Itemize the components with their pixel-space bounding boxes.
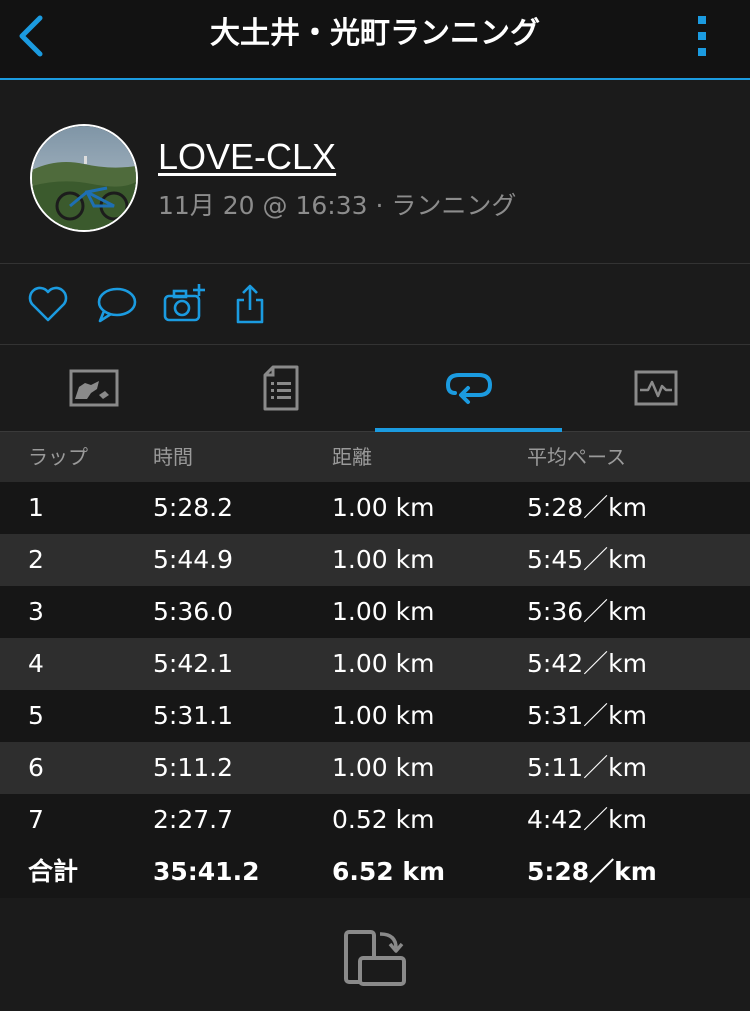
table-row: 4 5:42.1 1.00 km 5:42／km (0, 638, 750, 690)
lap-distance: 0.52 km (332, 805, 435, 834)
graph-icon (634, 370, 677, 406)
heart-icon (28, 286, 68, 322)
column-header: ラップ (28, 445, 88, 469)
lap-pace: 5:45／km (527, 545, 647, 574)
laps-table: ラップ 時間 距離 平均ペース 1 5:28.2 1.00 km 5:28／km… (0, 432, 750, 898)
total-time: 35:41.2 (153, 857, 260, 886)
lap-distance: 1.00 km (332, 597, 435, 626)
like-button[interactable] (26, 282, 70, 326)
lap-distance: 1.00 km (332, 649, 435, 678)
table-header-row: ラップ 時間 距離 平均ペース (0, 432, 750, 482)
total-distance: 6.52 km (332, 857, 446, 886)
total-pace: 5:28／km (527, 857, 657, 886)
add-photo-icon (163, 284, 205, 322)
table-row: 2 5:44.9 1.00 km 5:45／km (0, 534, 750, 586)
lap-time: 5:11.2 (153, 753, 233, 782)
lap-time: 2:27.7 (153, 805, 233, 834)
lap-time: 5:31.1 (153, 701, 233, 730)
kebab-menu-icon (698, 16, 706, 56)
comment-button[interactable] (94, 282, 138, 326)
lap-number: 7 (28, 805, 44, 834)
table-row: 3 5:36.0 1.00 km 5:36／km (0, 586, 750, 638)
tab-map[interactable] (0, 345, 187, 431)
page-title: 大土井・光町ランニング (210, 16, 540, 51)
more-menu-button[interactable] (694, 14, 710, 58)
table-total-row: 合計 35:41.2 6.52 km 5:28／km (0, 846, 750, 898)
username-link[interactable]: LOVE-CLX (158, 136, 336, 178)
lap-distance: 1.00 km (332, 493, 435, 522)
table-row: 7 2:27.7 0.52 km 4:42／km (0, 794, 750, 846)
action-bar (0, 264, 750, 345)
tab-bar (0, 345, 750, 432)
share-icon (236, 284, 264, 324)
table-row: 1 5:28.2 1.00 km 5:28／km (0, 482, 750, 534)
lap-number: 1 (28, 493, 44, 522)
comment-icon (97, 287, 137, 323)
column-header: 距離 (332, 445, 372, 469)
activity-summary: LOVE-CLX 11月 20 @ 16:33 · ランニング (0, 80, 750, 264)
lap-time: 5:42.1 (153, 649, 233, 678)
share-button[interactable] (228, 282, 272, 326)
lap-number: 4 (28, 649, 44, 678)
avatar-photo (32, 126, 136, 230)
lap-distance: 1.00 km (332, 701, 435, 730)
details-icon (263, 365, 298, 411)
rotate-device-icon (344, 930, 406, 986)
column-header: 時間 (153, 445, 193, 469)
table-row: 6 5:11.2 1.00 km 5:11／km (0, 742, 750, 794)
avatar[interactable] (30, 124, 138, 232)
lap-number: 5 (28, 701, 44, 730)
laps-icon (445, 373, 492, 404)
lap-pace: 5:42／km (527, 649, 647, 678)
table-row: 5 5:31.1 1.00 km 5:31／km (0, 690, 750, 742)
lap-number: 3 (28, 597, 44, 626)
lap-number: 6 (28, 753, 44, 782)
tab-laps[interactable] (375, 345, 562, 432)
lap-pace: 5:11／km (527, 753, 647, 782)
column-header: 平均ペース (527, 445, 626, 469)
tab-graph[interactable] (562, 345, 749, 431)
total-label: 合計 (28, 857, 79, 886)
lap-pace: 5:31／km (527, 701, 647, 730)
lap-time: 5:36.0 (153, 597, 233, 626)
map-icon (69, 369, 118, 407)
lap-time: 5:28.2 (153, 493, 233, 522)
activity-meta: 11月 20 @ 16:33 · ランニング (158, 191, 517, 220)
lap-number: 2 (28, 545, 44, 574)
tab-details[interactable] (187, 345, 374, 431)
add-photo-button[interactable] (162, 282, 206, 326)
lap-pace: 4:42／km (527, 805, 647, 834)
lap-time: 5:44.9 (153, 545, 233, 574)
lap-distance: 1.00 km (332, 753, 435, 782)
rotate-screen-button[interactable] (340, 926, 412, 992)
lap-distance: 1.00 km (332, 545, 435, 574)
lap-pace: 5:36／km (527, 597, 647, 626)
app-header: 大土井・光町ランニング (0, 0, 750, 80)
lap-pace: 5:28／km (527, 493, 647, 522)
